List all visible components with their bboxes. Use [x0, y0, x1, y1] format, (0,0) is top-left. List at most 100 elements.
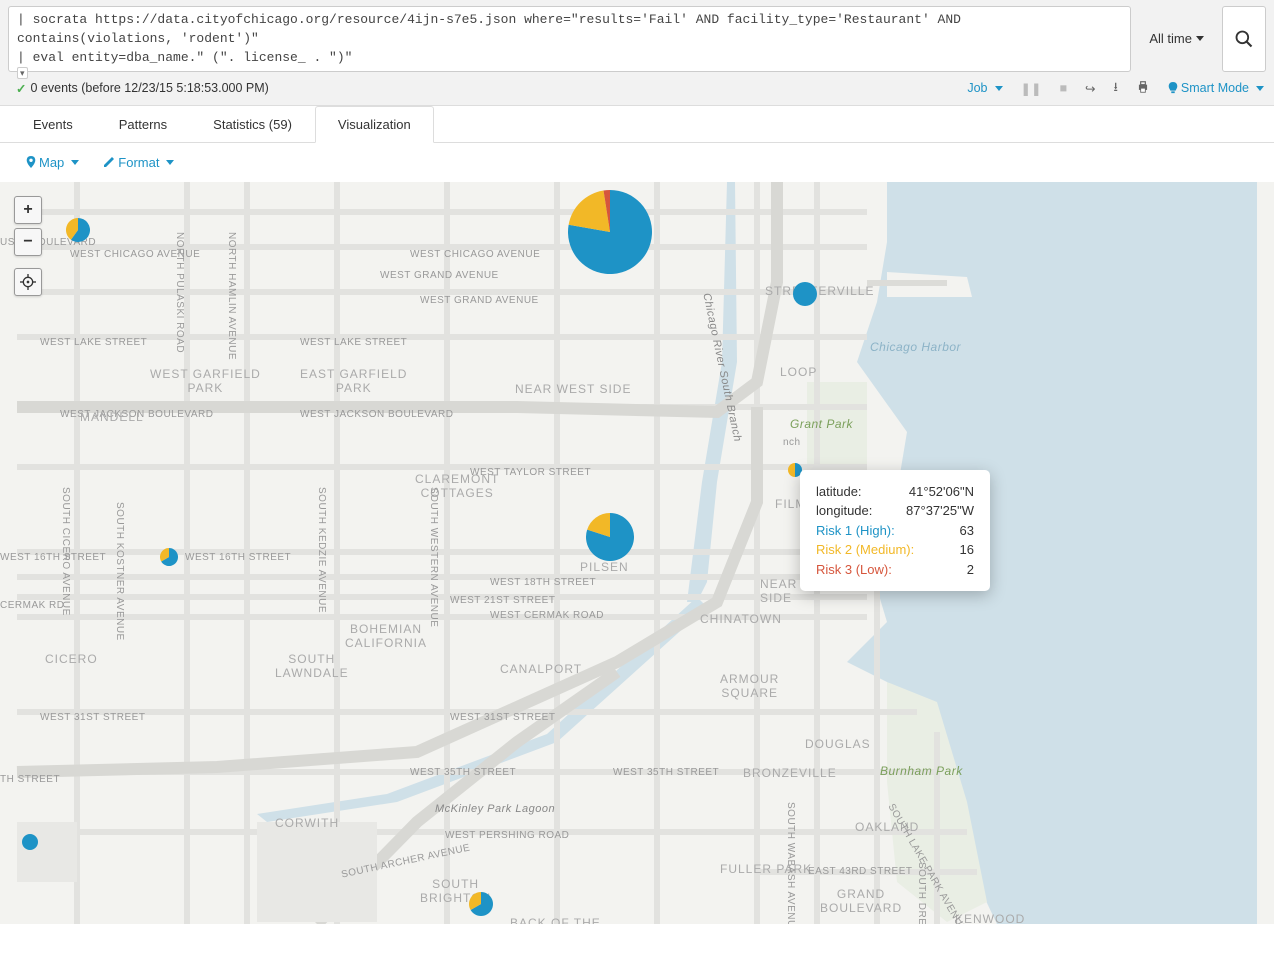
map-label: NORTH HAMLIN AVENUE: [226, 232, 237, 360]
map-label: EAST 43RD STREET: [808, 866, 913, 877]
zoom-in-button[interactable]: +: [14, 196, 42, 224]
map-label: SOUTH WESTERN AVENUE: [428, 487, 439, 627]
status-left: ✓ 0 events (before 12/23/15 5:18:53.000 …: [16, 81, 269, 96]
map-label: WEST 31ST STREET: [40, 712, 145, 723]
stop-icon[interactable]: ■: [1059, 81, 1067, 95]
map-label: WEST CERMAK ROAD: [490, 610, 604, 621]
map-label: WEST GRAND AVENUE: [420, 295, 539, 306]
map-label: CANALPORT: [500, 662, 582, 676]
tabs-row: Events Patterns Statistics (59) Visualiz…: [0, 106, 1274, 143]
tooltip-risk2-value: 16: [960, 540, 974, 560]
map-label: nch: [783, 437, 801, 448]
job-menu[interactable]: Job: [967, 81, 1002, 95]
map-label: Chicago Harbor: [870, 340, 961, 354]
map-label: WEST 35TH STREET: [410, 767, 516, 778]
check-icon: ✓: [16, 81, 26, 96]
viz-type-picker[interactable]: Map: [26, 155, 79, 170]
search-input[interactable]: [17, 11, 1122, 68]
map-label: WEST 35TH STREET: [613, 767, 719, 778]
download-icon[interactable]: ⭳: [1114, 78, 1118, 99]
map-label: McKinley Park Lagoon: [435, 803, 555, 815]
map-label: WEST CHICAGO AVENUE: [410, 249, 540, 260]
pie-marker[interactable]: [469, 892, 493, 916]
map-label: BRONZEVILLE: [743, 766, 837, 780]
map-zoom-controls: + −: [14, 196, 42, 296]
status-row: ✓ 0 events (before 12/23/15 5:18:53.000 …: [0, 72, 1274, 106]
map-label: GRAND BOULEVARD: [820, 887, 902, 915]
pause-icon[interactable]: ❚❚: [1021, 81, 1042, 96]
tooltip-risk3-value: 2: [967, 560, 974, 580]
pie-marker[interactable]: [160, 548, 178, 566]
map-label: WEST 16TH STREET: [185, 552, 291, 563]
tooltip-risk1-label: Risk 1 (High):: [816, 521, 895, 541]
map-label: ARMOUR SQUARE: [720, 672, 779, 700]
print-icon[interactable]: [1136, 80, 1150, 97]
map-label: TH STREET: [0, 774, 60, 785]
time-range-picker[interactable]: All time: [1139, 6, 1214, 72]
tab-events[interactable]: Events: [10, 106, 96, 143]
search-button[interactable]: [1222, 6, 1266, 72]
tab-patterns[interactable]: Patterns: [96, 106, 190, 143]
format-menu[interactable]: Format: [103, 155, 174, 170]
locate-button[interactable]: [14, 268, 42, 296]
map-label: WEST GRAND AVENUE: [380, 270, 499, 281]
pie-marker[interactable]: [568, 190, 652, 274]
map-label: WEST GARFIELD PARK: [150, 367, 261, 395]
tab-visualization[interactable]: Visualization: [315, 106, 434, 143]
map-label: WEST LAKE STREET: [40, 337, 147, 348]
pie-marker[interactable]: [586, 513, 634, 561]
map-label: BOHEMIAN CALIFORNIA: [345, 622, 427, 650]
map-label: Burnham Park: [880, 764, 963, 778]
pencil-icon: [103, 156, 115, 168]
map-label: SOUTH LAWNDALE: [275, 652, 349, 680]
status-right: Job ❚❚ ■ ↪ ⭳ Smart Mode: [967, 78, 1264, 99]
tooltip-lat-label: latitude:: [816, 482, 862, 502]
viz-subtoolbar: Map Format: [0, 143, 1274, 182]
smart-mode-menu[interactable]: Smart Mode: [1168, 81, 1264, 95]
map-label: WEST 16TH STREET: [0, 552, 106, 563]
map-label: Grant Park: [790, 417, 853, 431]
map-label: WEST LAKE STREET: [300, 337, 407, 348]
map-label: FULLER PARK: [720, 862, 812, 876]
search-input-container: ▾: [8, 6, 1131, 72]
tooltip-risk1-value: 63: [960, 521, 974, 541]
lightbulb-icon: [1168, 82, 1178, 94]
expand-query-handle[interactable]: ▾: [17, 67, 28, 79]
tooltip-risk3-label: Risk 3 (Low):: [816, 560, 892, 580]
pie-marker[interactable]: [22, 834, 38, 850]
map-label: CORWITH: [275, 816, 339, 830]
tab-statistics[interactable]: Statistics (59): [190, 106, 315, 143]
map-label: WEST JACKSON BOULEVARD: [300, 409, 453, 420]
map-label: CHINATOWN: [700, 612, 782, 626]
map-label: WEST 21ST STREET: [450, 595, 555, 606]
pie-marker[interactable]: [66, 218, 90, 242]
map-label: SOUTH WABASH AVENUE: [785, 802, 796, 924]
zoom-out-button[interactable]: −: [14, 228, 42, 256]
map-label: BACK OF THE: [510, 916, 601, 924]
map-label: SOUTH KOSTNER AVENUE: [114, 502, 125, 641]
map-label: PILSEN: [580, 560, 629, 574]
search-bar-row: ▾ All time: [0, 0, 1274, 72]
map-label: KENWOOD: [955, 912, 1025, 924]
map-label: NEAR WEST SIDE: [515, 382, 631, 396]
map-label: CERMAK RD: [0, 600, 65, 611]
map-label: WEST 18TH STREET: [490, 577, 596, 588]
map-label: EAST GARFIELD PARK: [300, 367, 407, 395]
map-label: WEST PERSHING ROAD: [445, 830, 569, 841]
map-label: CICERO: [45, 652, 98, 666]
pie-marker[interactable]: [793, 282, 817, 306]
share-icon[interactable]: ↪: [1085, 81, 1095, 96]
tooltip-lat-value: 41°52'06"N: [909, 482, 974, 502]
map-label: DOUGLAS: [805, 737, 871, 751]
map-label: NORTH PULASKI ROAD: [174, 232, 185, 353]
map-pin-icon: [26, 156, 36, 168]
map-label: LOOP: [780, 365, 817, 379]
search-icon: [1234, 29, 1254, 49]
tooltip-risk2-label: Risk 2 (Medium):: [816, 540, 914, 560]
map-label: WEST 31ST STREET: [450, 712, 555, 723]
map-label: STREETERVILLE: [765, 284, 874, 298]
map-label: SOUTH CICERO AVENUE: [60, 487, 71, 616]
map-label: SOUTH KEDZIE AVENUE: [316, 487, 327, 613]
crosshair-icon: [20, 274, 36, 290]
map-container[interactable]: USTA BOULEVARD WEST CHICAGO AVENUE WEST …: [0, 182, 1274, 924]
